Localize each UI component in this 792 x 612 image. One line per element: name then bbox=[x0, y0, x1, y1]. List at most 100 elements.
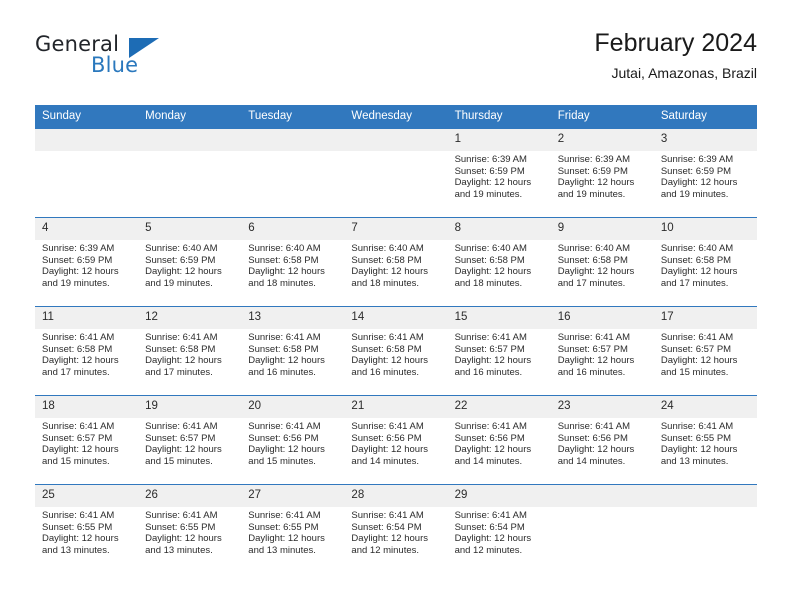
day-number: 18 bbox=[35, 396, 139, 418]
day-details: Sunrise: 6:40 AM Sunset: 6:59 PM Daylight:… bbox=[138, 240, 241, 289]
calendar-day-cell[interactable]: 13 Sunrise: 6:41 AM Sunset: 6:58 PM Dayligh… bbox=[241, 306, 345, 396]
calendar-day-cell[interactable]: 18 Sunrise: 6:41 AM Sunset: 6:57 PM Dayligh… bbox=[35, 395, 139, 485]
day-number: 24 bbox=[653, 396, 757, 418]
day-details: Sunrise: 6:41 AM Sunset: 6:58 PM Daylight:… bbox=[241, 329, 344, 378]
calendar-day-cell[interactable]: 25 Sunrise: 6:41 AM Sunset: 6:55 PM Dayligh… bbox=[35, 484, 139, 573]
calendar-week-row: 11 Sunrise: 6:41 AM Sunset: 6:58 PM Dayligh… bbox=[35, 306, 757, 396]
title-block: February 2024 Jutai, Amazonas, Brazil bbox=[594, 28, 757, 81]
daylight-text: Daylight: 12 hours and 17 minutes. bbox=[42, 355, 119, 378]
daylight-text: Daylight: 12 hours and 13 minutes. bbox=[660, 444, 738, 467]
calendar-day-cell[interactable]: 29 Sunrise: 6:41 AM Sunset: 6:54 PM Dayligh… bbox=[447, 484, 551, 573]
calendar-week-row: 4 Sunrise: 6:39 AM Sunset: 6:59 PM Daylight… bbox=[35, 217, 757, 307]
calendar-day-cell[interactable]: 27 Sunrise: 6:41 AM Sunset: 6:55 PM Dayligh… bbox=[241, 484, 345, 573]
sunrise-text: Sunrise: 6:41 AM bbox=[454, 421, 527, 432]
day-number: 26 bbox=[138, 485, 242, 507]
day-details: Sunrise: 6:41 AM Sunset: 6:58 PM Daylight:… bbox=[35, 329, 138, 378]
day-details: Sunrise: 6:40 AM Sunset: 6:58 PM Daylight:… bbox=[551, 240, 654, 289]
calendar-day-cell[interactable]: 21 Sunrise: 6:41 AM Sunset: 6:56 PM Dayligh… bbox=[344, 395, 448, 485]
calendar-day-cell[interactable]: 26 Sunrise: 6:41 AM Sunset: 6:55 PM Dayligh… bbox=[138, 484, 242, 573]
day-details: Sunrise: 6:39 AM Sunset: 6:59 PM Daylight:… bbox=[35, 240, 138, 289]
sunrise-text: Sunrise: 6:41 AM bbox=[248, 332, 321, 343]
day-number: 12 bbox=[138, 307, 242, 329]
calendar-day-cell[interactable]: 10 Sunrise: 6:40 AM Sunset: 6:58 PM Dayligh… bbox=[653, 217, 757, 307]
calendar-day-cell[interactable]: 22 Sunrise: 6:41 AM Sunset: 6:56 PM Dayligh… bbox=[447, 395, 551, 485]
day-details: Sunrise: 6:41 AM Sunset: 6:57 PM Daylight:… bbox=[551, 329, 654, 378]
sunrise-text: Sunrise: 6:41 AM bbox=[145, 421, 218, 432]
calendar-day-cell[interactable]: 16 Sunrise: 6:41 AM Sunset: 6:57 PM Dayligh… bbox=[550, 306, 654, 396]
sunset-text: Sunset: 6:55 PM bbox=[248, 521, 319, 533]
sunset-text: Sunset: 6:59 PM bbox=[557, 165, 628, 177]
sunset-text: Sunset: 6:58 PM bbox=[351, 254, 422, 266]
calendar-day-cell[interactable]: 20 Sunrise: 6:41 AM Sunset: 6:56 PM Dayligh… bbox=[241, 395, 345, 485]
page-title: February 2024 bbox=[594, 29, 757, 57]
day-details: Sunrise: 6:40 AM Sunset: 6:58 PM Daylight:… bbox=[344, 240, 447, 289]
daylight-text: Daylight: 12 hours and 15 minutes. bbox=[248, 444, 325, 467]
day-details: Sunrise: 6:41 AM Sunset: 6:57 PM Daylight:… bbox=[654, 329, 757, 378]
calendar-day-cell[interactable]: 9 Sunrise: 6:40 AM Sunset: 6:58 PM Daylight… bbox=[550, 217, 654, 307]
sunset-text: Sunset: 6:54 PM bbox=[351, 521, 422, 533]
calendar-day-cell[interactable]: 24 Sunrise: 6:41 AM Sunset: 6:55 PM Dayligh… bbox=[653, 395, 757, 485]
sunrise-text: Sunrise: 6:41 AM bbox=[351, 332, 424, 343]
daylight-text: Daylight: 12 hours and 18 minutes. bbox=[351, 266, 428, 289]
calendar-header-row: Sunday Monday Tuesday Wednesday Thursday… bbox=[35, 105, 757, 129]
sunset-text: Sunset: 6:58 PM bbox=[248, 254, 319, 266]
sunset-text: Sunset: 6:57 PM bbox=[454, 343, 525, 355]
calendar-day-cell[interactable]: 12 Sunrise: 6:41 AM Sunset: 6:58 PM Dayligh… bbox=[138, 306, 242, 396]
calendar-cell-empty bbox=[138, 129, 242, 218]
day-number: 13 bbox=[241, 307, 345, 329]
day-details: Sunrise: 6:41 AM Sunset: 6:57 PM Daylight:… bbox=[138, 418, 241, 467]
day-number bbox=[344, 129, 448, 151]
calendar-day-cell[interactable]: 14 Sunrise: 6:41 AM Sunset: 6:58 PM Dayligh… bbox=[344, 306, 448, 396]
day-number: 1 bbox=[447, 129, 551, 151]
sunset-text: Sunset: 6:58 PM bbox=[248, 343, 319, 355]
calendar-day-cell[interactable]: 1 Sunrise: 6:39 AM Sunset: 6:59 PM Daylight… bbox=[447, 129, 551, 218]
sunset-text: Sunset: 6:57 PM bbox=[660, 343, 732, 355]
day-details: Sunrise: 6:41 AM Sunset: 6:55 PM Daylight:… bbox=[35, 507, 138, 556]
calendar-day-cell[interactable]: 3 Sunrise: 6:39 AM Sunset: 6:59 PM Daylight… bbox=[653, 129, 757, 218]
day-number bbox=[35, 129, 139, 151]
calendar-day-cell[interactable]: 23 Sunrise: 6:41 AM Sunset: 6:56 PM Dayligh… bbox=[550, 395, 654, 485]
calendar-day-cell[interactable]: 5 Sunrise: 6:40 AM Sunset: 6:59 PM Daylight… bbox=[138, 217, 242, 307]
calendar-day-cell[interactable]: 2 Sunrise: 6:39 AM Sunset: 6:59 PM Daylight… bbox=[550, 129, 654, 218]
sunset-text: Sunset: 6:56 PM bbox=[248, 432, 319, 444]
day-number: 27 bbox=[241, 485, 345, 507]
sunset-text: Sunset: 6:58 PM bbox=[660, 254, 732, 266]
daylight-text: Daylight: 12 hours and 12 minutes. bbox=[351, 533, 428, 556]
sunset-text: Sunset: 6:57 PM bbox=[42, 432, 113, 444]
calendar-day-cell[interactable]: 19 Sunrise: 6:41 AM Sunset: 6:57 PM Dayligh… bbox=[138, 395, 242, 485]
calendar-day-cell[interactable]: 4 Sunrise: 6:39 AM Sunset: 6:59 PM Daylight… bbox=[35, 217, 139, 307]
calendar-week-row: 25 Sunrise: 6:41 AM Sunset: 6:55 PM Dayligh… bbox=[35, 484, 757, 573]
sunrise-text: Sunrise: 6:41 AM bbox=[42, 332, 115, 343]
sunset-text: Sunset: 6:59 PM bbox=[145, 254, 216, 266]
day-details: Sunrise: 6:40 AM Sunset: 6:58 PM Daylight:… bbox=[241, 240, 344, 289]
day-details: Sunrise: 6:41 AM Sunset: 6:57 PM Daylight:… bbox=[35, 418, 138, 467]
sunrise-text: Sunrise: 6:40 AM bbox=[660, 243, 734, 254]
calendar-day-cell[interactable]: 8 Sunrise: 6:40 AM Sunset: 6:58 PM Daylight… bbox=[447, 217, 551, 307]
calendar-day-cell[interactable]: 15 Sunrise: 6:41 AM Sunset: 6:57 PM Dayligh… bbox=[447, 306, 551, 396]
sunrise-text: Sunrise: 6:40 AM bbox=[454, 243, 527, 254]
daylight-text: Daylight: 12 hours and 13 minutes. bbox=[145, 533, 222, 556]
general-blue-logo[interactable]: General Blue bbox=[35, 32, 195, 88]
calendar-day-cell[interactable]: 17 Sunrise: 6:41 AM Sunset: 6:57 PM Dayligh… bbox=[653, 306, 757, 396]
calendar-day-cell[interactable]: 6 Sunrise: 6:40 AM Sunset: 6:58 PM Daylight… bbox=[241, 217, 345, 307]
calendar-page: General Blue February 2024 Jutai, Amazon… bbox=[0, 0, 792, 612]
day-number: 29 bbox=[447, 485, 551, 507]
sunset-text: Sunset: 6:55 PM bbox=[42, 521, 113, 533]
daylight-text: Daylight: 12 hours and 16 minutes. bbox=[557, 355, 635, 378]
calendar-day-cell[interactable]: 7 Sunrise: 6:40 AM Sunset: 6:58 PM Daylight… bbox=[344, 217, 448, 307]
sunset-text: Sunset: 6:57 PM bbox=[557, 343, 628, 355]
daylight-text: Daylight: 12 hours and 19 minutes. bbox=[660, 177, 738, 200]
day-details: Sunrise: 6:39 AM Sunset: 6:59 PM Daylight:… bbox=[654, 151, 757, 200]
day-number bbox=[550, 485, 654, 507]
sunset-text: Sunset: 6:59 PM bbox=[42, 254, 113, 266]
calendar-week-row: 18 Sunrise: 6:41 AM Sunset: 6:57 PM Dayligh… bbox=[35, 395, 757, 485]
calendar-day-cell[interactable]: 28 Sunrise: 6:41 AM Sunset: 6:54 PM Dayligh… bbox=[344, 484, 448, 573]
calendar-day-cell[interactable]: 11 Sunrise: 6:41 AM Sunset: 6:58 PM Dayligh… bbox=[35, 306, 139, 396]
daylight-text: Daylight: 12 hours and 17 minutes. bbox=[145, 355, 222, 378]
daylight-text: Daylight: 12 hours and 19 minutes. bbox=[145, 266, 222, 289]
daylight-text: Daylight: 12 hours and 14 minutes. bbox=[454, 444, 532, 467]
weekday-header-tuesday: Tuesday bbox=[241, 105, 345, 129]
weekday-header-saturday: Saturday bbox=[653, 105, 757, 129]
sunset-text: Sunset: 6:58 PM bbox=[557, 254, 628, 266]
day-number bbox=[653, 485, 757, 507]
